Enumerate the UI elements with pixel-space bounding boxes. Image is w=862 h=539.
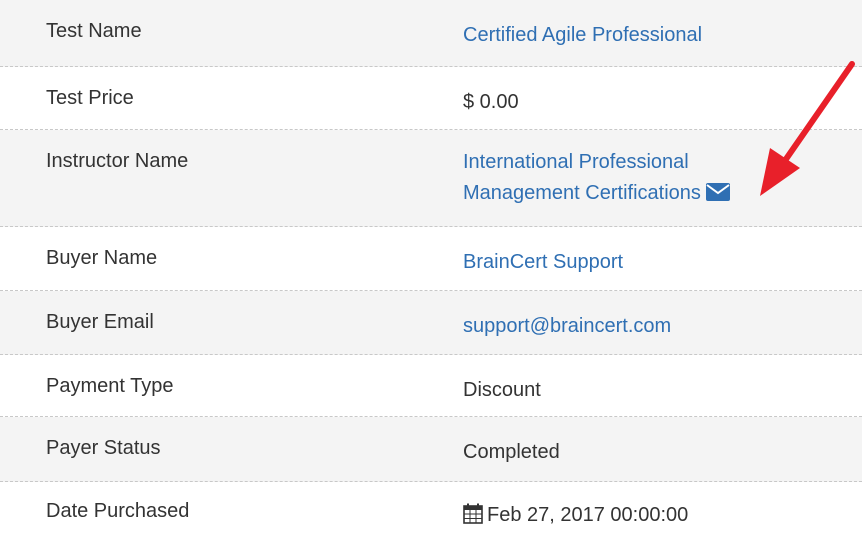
payment-type-value: Discount xyxy=(463,379,541,401)
row-instructor-name: Instructor Name International Profession… xyxy=(0,130,862,227)
date-purchased-value: Feb 27, 2017 00:00:00 xyxy=(463,500,688,534)
row-date-purchased: Date Purchased Feb 27, 2017 00:00:00 xyxy=(0,482,862,539)
instructor-name-link-line1[interactable]: International Professional xyxy=(463,151,689,173)
label-instructor-name: Instructor Name xyxy=(46,150,189,172)
label-date-purchased: Date Purchased xyxy=(46,500,190,522)
label-payer-status: Payer Status xyxy=(46,437,161,459)
test-name-link[interactable]: Certified Agile Professional xyxy=(463,20,702,51)
row-test-name: Test Name Certified Agile Professional xyxy=(0,0,862,67)
calendar-icon xyxy=(463,503,483,534)
label-test-price: Test Price xyxy=(46,87,134,109)
label-test-name: Test Name xyxy=(46,20,142,42)
row-payment-type: Payment Type Discount xyxy=(0,355,862,417)
envelope-icon[interactable] xyxy=(705,181,731,212)
row-payer-status: Payer Status Completed xyxy=(0,417,862,482)
buyer-name-link[interactable]: BrainCert Support xyxy=(463,247,623,278)
buyer-email-link[interactable]: support@braincert.com xyxy=(463,311,671,342)
label-payment-type: Payment Type xyxy=(46,375,174,397)
instructor-name-link-line2[interactable]: Management Certifications xyxy=(463,182,701,204)
payer-status-value: Completed xyxy=(463,441,560,463)
label-buyer-email: Buyer Email xyxy=(46,311,154,333)
row-buyer-name: Buyer Name BrainCert Support xyxy=(0,227,862,291)
row-test-price: Test Price $ 0.00 xyxy=(0,67,862,130)
test-price-value: $ 0.00 xyxy=(463,91,519,113)
date-purchased-text: Feb 27, 2017 00:00:00 xyxy=(487,504,689,526)
purchase-details-table: Test Name Certified Agile Professional T… xyxy=(0,0,862,539)
instructor-name-value: International Professional Management Ce… xyxy=(463,147,731,212)
row-buyer-email: Buyer Email support@braincert.com xyxy=(0,291,862,355)
label-buyer-name: Buyer Name xyxy=(46,247,158,269)
